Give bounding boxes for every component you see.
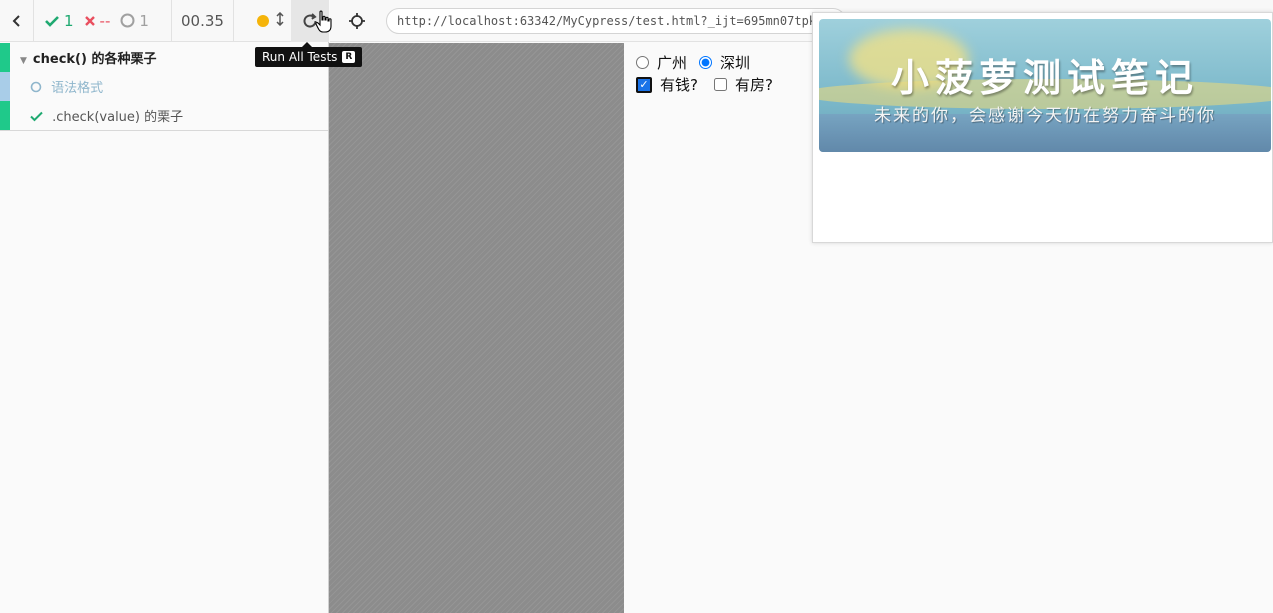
duration: 00.35 [172,0,234,42]
checkbox-has-house[interactable] [713,78,727,91]
suite-status-stripe [0,43,10,72]
passed-count: 1 [44,12,74,30]
crosshair-icon [349,12,365,29]
check-icon [45,15,59,27]
tooltip-shortcut: R [342,51,356,63]
reporter-panel: 1 -- 1 00.35 ▼ check() 的各种栗子 语法格式 .check… [0,0,329,613]
radio-shenzhen[interactable] [699,56,713,69]
checkbox-label: 有钱? [660,76,698,94]
test-status-stripe [0,72,10,101]
test-label: .check(value) 的栗子 [52,110,184,125]
circle-icon [30,81,42,93]
auto-scroll-toggle[interactable] [275,11,285,30]
test-row-pending[interactable]: 语法格式 [0,72,328,101]
radio-guangzhou[interactable] [636,56,649,69]
city-radio-group: 广州 深圳 [636,52,750,73]
watermark-banner: 小菠萝测试笔记 未来的你，会感谢今天仍在努力奋斗的你 [819,19,1271,152]
chevron-left-icon [12,14,20,27]
pending-count: 1 [120,12,149,30]
watermark-subtitle: 未来的你，会感谢今天仍在努力奋斗的你 [874,106,1216,126]
checkbox-group: ✓ 有钱? 有房? [636,74,773,95]
url-bar[interactable]: http://localhost:63342/MyCypress/test.ht… [386,7,846,34]
x-icon [84,15,95,26]
test-stats: 1 -- 1 [34,0,172,42]
failed-count: -- [84,11,111,30]
tooltip-text: Run All Tests [262,50,338,64]
circle-icon [120,13,135,28]
hand-pointer-icon [315,10,332,33]
test-label: 语法格式 [51,81,104,96]
test-row-passed[interactable]: .check(value) 的栗子 [0,101,328,130]
running-indicator-icon [257,14,269,27]
viewport-gutter [329,43,624,613]
watermark-panel: 小菠萝测试笔记 未来的你，会感谢今天仍在努力奋斗的你 [812,12,1273,243]
suite-title: check() 的各种栗子 [32,52,157,67]
caret-down-icon: ▼ [20,56,27,66]
back-button[interactable] [0,0,34,42]
cypress-runner: 1 -- 1 00.35 ▼ check() 的各种栗子 语法格式 .check… [0,0,1273,613]
selector-playground-button[interactable] [330,0,384,42]
reporter-toolbar: 1 -- 1 00.35 [0,0,329,42]
arrows-vertical-icon [276,11,284,26]
checkbox-label: 有房? [734,76,773,94]
run-all-tests-tooltip: Run All Tests R [255,42,363,67]
test-status-stripe [0,101,10,130]
pending-count-value: 1 [139,11,149,30]
passed-count-value: 1 [64,11,74,30]
failed-count-value: -- [99,11,111,30]
check-icon [30,111,43,122]
checkbox-has-money[interactable]: ✓ [636,76,652,93]
radio-label: 广州 [657,54,688,72]
watermark-title: 小菠萝测试笔记 [890,55,1199,100]
radio-label: 深圳 [720,54,751,72]
